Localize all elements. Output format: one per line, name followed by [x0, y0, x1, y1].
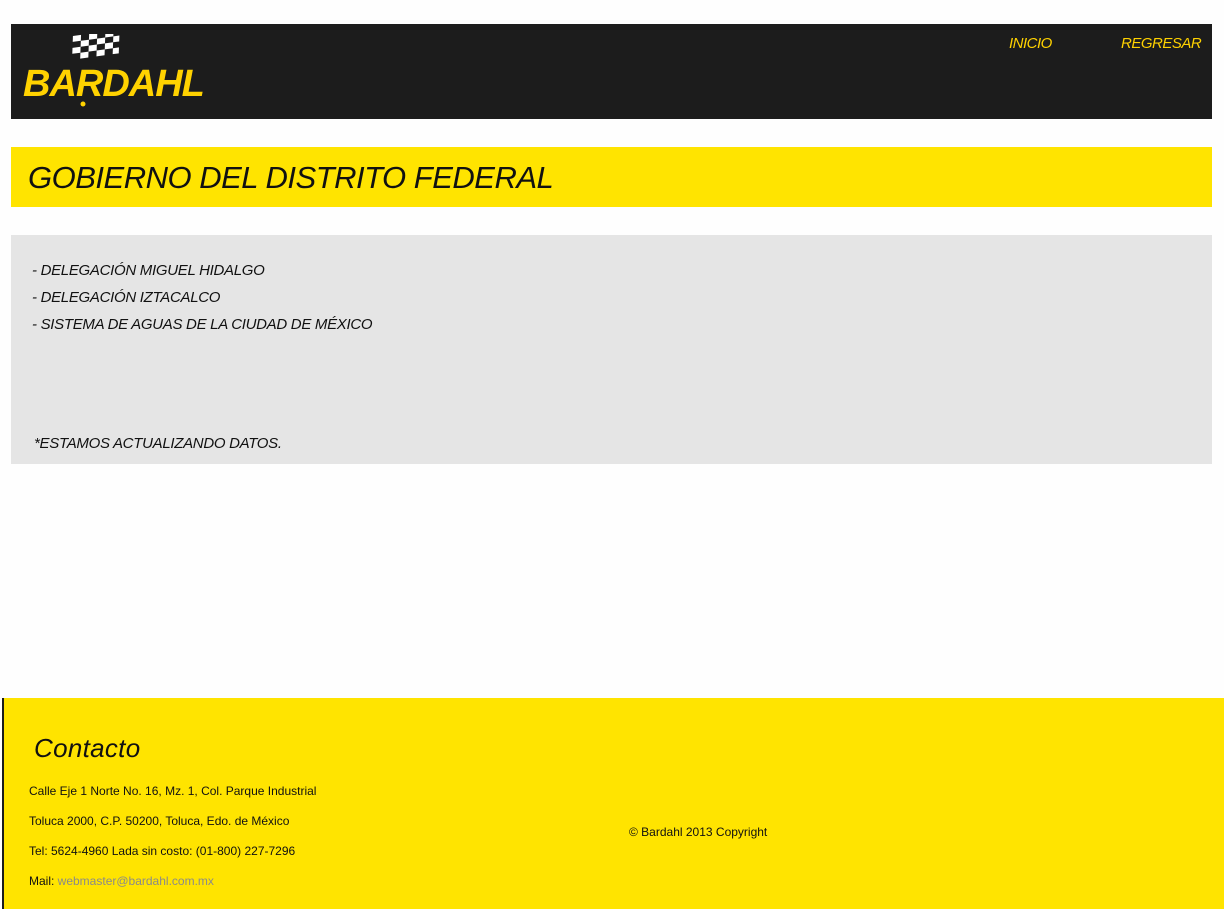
- copyright-text: © Bardahl 2013 Copyright: [629, 825, 768, 839]
- mail-line: Mail: webmaster@bardahl.com.mx: [29, 874, 214, 888]
- update-note: *ESTAMOS ACTUALIZANDO DATOS.: [34, 435, 282, 452]
- site-header: BARDAHL INICIO REGRESAR: [11, 24, 1212, 119]
- svg-text:BARDAHL: BARDAHL: [23, 63, 204, 105]
- nav-regresar-link[interactable]: REGRESAR: [1121, 35, 1202, 52]
- page-title: GOBIERNO DEL DISTRITO FEDERAL: [28, 160, 554, 195]
- mail-label: Mail:: [29, 874, 58, 888]
- page-title-band: GOBIERNO DEL DISTRITO FEDERAL: [11, 147, 1212, 207]
- content-panel: - DELEGACIÓN MIGUEL HIDALGO - DELEGACIÓN…: [11, 235, 1212, 464]
- list-item: - SISTEMA DE AGUAS DE LA CIUDAD DE MÉXIC…: [32, 316, 373, 333]
- site-footer: Contacto Calle Eje 1 Norte No. 16, Mz. 1…: [2, 698, 1224, 909]
- address-line-1: Calle Eje 1 Norte No. 16, Mz. 1, Col. Pa…: [29, 784, 317, 798]
- list-item: - DELEGACIÓN IZTACALCO: [32, 289, 221, 306]
- mail-link[interactable]: webmaster@bardahl.com.mx: [58, 874, 214, 888]
- address-line-2: Toluca 2000, C.P. 50200, Toluca, Edo. de…: [29, 814, 290, 828]
- entity-list: - DELEGACIÓN MIGUEL HIDALGO - DELEGACIÓN…: [32, 257, 373, 338]
- phone-line: Tel: 5624-4960 Lada sin costo: (01-800) …: [29, 844, 296, 858]
- contact-heading: Contacto: [34, 733, 141, 763]
- checkered-flag-icon: [72, 34, 120, 59]
- bardahl-logo[interactable]: BARDAHL: [23, 34, 208, 112]
- list-item: - DELEGACIÓN MIGUEL HIDALGO: [32, 262, 265, 279]
- nav-inicio-link[interactable]: INICIO: [1009, 35, 1052, 52]
